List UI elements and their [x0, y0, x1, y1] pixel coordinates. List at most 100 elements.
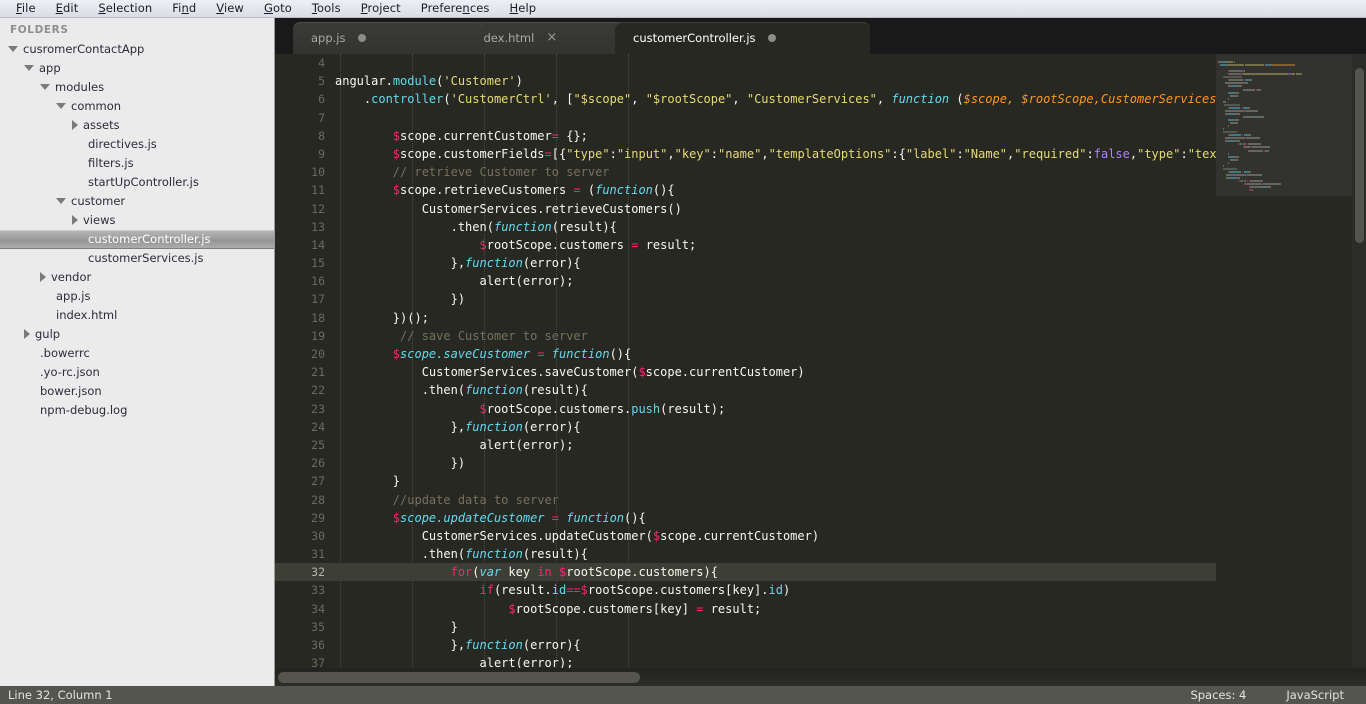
menu-item-preferences[interactable]: Preferences	[411, 0, 500, 17]
menu-item-selection[interactable]: Selection	[88, 0, 162, 17]
tree-item-bower-json[interactable]: bower.json	[0, 382, 274, 401]
code-content[interactable]: angular.module('Customer') .controller('…	[335, 54, 1366, 686]
code-line[interactable]: if(result.id==$rootScope.customers[key].…	[335, 581, 1366, 599]
menu-item-help[interactable]: Help	[500, 0, 547, 17]
code-token: rootScope.customers[key]	[515, 601, 697, 616]
tree-item-customerservices-js[interactable]: customerServices.js	[0, 249, 274, 268]
chevron-right-icon[interactable]	[72, 214, 78, 225]
code-token: "label"	[905, 146, 957, 161]
chevron-down-icon[interactable]	[40, 83, 50, 90]
tree-item-modules[interactable]: modules	[0, 78, 274, 97]
code-line[interactable]: },function(error){	[335, 418, 1366, 436]
chevron-down-icon[interactable]	[56, 197, 66, 204]
tree-item-vendor[interactable]: vendor	[0, 268, 274, 287]
code-line[interactable]: }	[335, 618, 1366, 636]
unsaved-dot-icon[interactable]	[357, 34, 366, 42]
code-line[interactable]: .controller('CustomerCtrl', ["$scope", "…	[335, 90, 1366, 108]
chevron-down-icon[interactable]	[24, 64, 34, 71]
tree-item-startupcontroller-js[interactable]: startUpController.js	[0, 173, 274, 192]
tree-item-views[interactable]: views	[0, 211, 274, 230]
code-token: var	[479, 565, 502, 580]
code-line[interactable]: for(var key in $rootScope.customers){	[335, 563, 1366, 582]
minimap[interactable]	[1216, 54, 1352, 686]
code-line[interactable]: })();	[335, 309, 1366, 327]
chevron-right-icon[interactable]	[24, 328, 30, 339]
tree-item-customercontroller-js[interactable]: customerController.js	[0, 230, 274, 249]
tree-item-common[interactable]: common	[0, 97, 274, 116]
minimap-viewport[interactable]	[1216, 54, 1352, 197]
code-token: if	[479, 583, 494, 598]
horizontal-scrollbar-thumb[interactable]	[278, 672, 640, 683]
tree-item-gulp[interactable]: gulp	[0, 325, 274, 344]
code-line[interactable]: .then(function(result){	[335, 381, 1366, 399]
chevron-right-icon[interactable]	[72, 119, 78, 130]
code-editor[interactable]: 4 5 6 7 8 9 10 11 12 13 14 15 16 17 18 19 20 21 22 23 24 25 26…	[275, 54, 1366, 686]
vertical-scrollbar[interactable]	[1352, 54, 1366, 686]
menu-item-goto[interactable]: Goto	[254, 0, 302, 17]
code-line[interactable]: $scope.customerFields=[{"type":"input","…	[335, 145, 1366, 163]
menu-item-edit[interactable]: Edit	[46, 0, 89, 17]
code-token: $	[392, 146, 401, 161]
code-line[interactable]: $scope.saveCustomer = function(){	[335, 345, 1366, 363]
code-line[interactable]: $rootScope.customers.push(result);	[335, 400, 1366, 418]
code-line[interactable]	[335, 109, 1366, 127]
code-line[interactable]: .then(function(result){	[335, 545, 1366, 563]
code-line[interactable]: angular.module('Customer')	[335, 72, 1366, 90]
tree-item-app[interactable]: app	[0, 59, 274, 78]
chevron-down-icon[interactable]	[8, 45, 18, 52]
menu-item-view[interactable]: View	[206, 0, 254, 17]
code-line[interactable]: $scope.currentCustomer= {};	[335, 127, 1366, 145]
menu-item-project[interactable]: Project	[351, 0, 411, 17]
status-syntax-mode[interactable]: JavaScript	[1286, 688, 1366, 702]
vertical-scrollbar-thumb[interactable]	[1355, 68, 1364, 243]
line-number: 26	[311, 456, 325, 471]
tree-item-label: app	[39, 61, 61, 75]
tree-item-assets[interactable]: assets	[0, 116, 274, 135]
tree-item-directives-js[interactable]: directives.js	[0, 135, 274, 154]
chevron-right-icon[interactable]	[40, 271, 46, 282]
unsaved-dot-icon[interactable]	[767, 34, 776, 42]
tree-item-cusromercontactapp[interactable]: cusromerContactApp	[0, 40, 274, 59]
horizontal-scrollbar[interactable]	[275, 668, 1366, 686]
code-line[interactable]: })	[335, 454, 1366, 472]
code-line[interactable]: }	[335, 472, 1366, 490]
chevron-down-icon[interactable]	[56, 102, 66, 109]
code-token: $	[580, 583, 588, 598]
tree-item--yo-rc-json[interactable]: .yo-rc.json	[0, 363, 274, 382]
status-indentation[interactable]: Spaces: 4	[1190, 688, 1286, 702]
code-line[interactable]: alert(error);	[335, 272, 1366, 290]
tab-app-js[interactable]: app.js	[293, 22, 483, 54]
code-line[interactable]: CustomerServices.retrieveCustomers()	[335, 200, 1366, 218]
code-line[interactable]: $rootScope.customers = result;	[335, 236, 1366, 254]
code-token: (result){	[551, 219, 617, 234]
code-line[interactable]: })	[335, 290, 1366, 308]
code-line[interactable]: },function(error){	[335, 254, 1366, 272]
code-line[interactable]: //update data to server	[335, 491, 1366, 509]
close-icon[interactable]: ×	[546, 31, 557, 44]
code-line[interactable]: $scope.updateCustomer = function(){	[335, 509, 1366, 527]
tree-item-filters-js[interactable]: filters.js	[0, 154, 274, 173]
code-line[interactable]: alert(error);	[335, 436, 1366, 454]
tab-customercontroller-js[interactable]: customerController.js	[615, 22, 870, 54]
tree-item--bowerrc[interactable]: .bowerrc	[0, 344, 274, 363]
tree-item-index-html[interactable]: index.html	[0, 306, 274, 325]
code-line[interactable]: // retrieve Customer to server	[335, 163, 1366, 181]
code-line[interactable]: CustomerServices.updateCustomer($scope.c…	[335, 527, 1366, 545]
code-line[interactable]: // save Customer to server	[335, 327, 1366, 345]
code-token: (	[949, 92, 964, 107]
tree-item-app-js[interactable]: app.js	[0, 287, 274, 306]
menu-item-find[interactable]: Find	[162, 0, 206, 17]
code-line[interactable]: },function(error){	[335, 636, 1366, 654]
menu-item-file[interactable]: File	[6, 0, 46, 17]
code-line[interactable]: CustomerServices.saveCustomer($scope.cur…	[335, 363, 1366, 381]
tree-item-customer[interactable]: customer	[0, 192, 274, 211]
tree-item-npm-debug-log[interactable]: npm-debug.log	[0, 401, 274, 420]
menu-item-tools[interactable]: Tools	[302, 0, 351, 17]
code-token: then	[457, 219, 487, 234]
code-line[interactable]: .then(function(result){	[335, 218, 1366, 236]
code-line[interactable]: $scope.retrieveCustomers = (function(){	[335, 181, 1366, 199]
code-line[interactable]	[335, 54, 1366, 72]
code-line[interactable]: $rootScope.customers[key] = result;	[335, 600, 1366, 618]
